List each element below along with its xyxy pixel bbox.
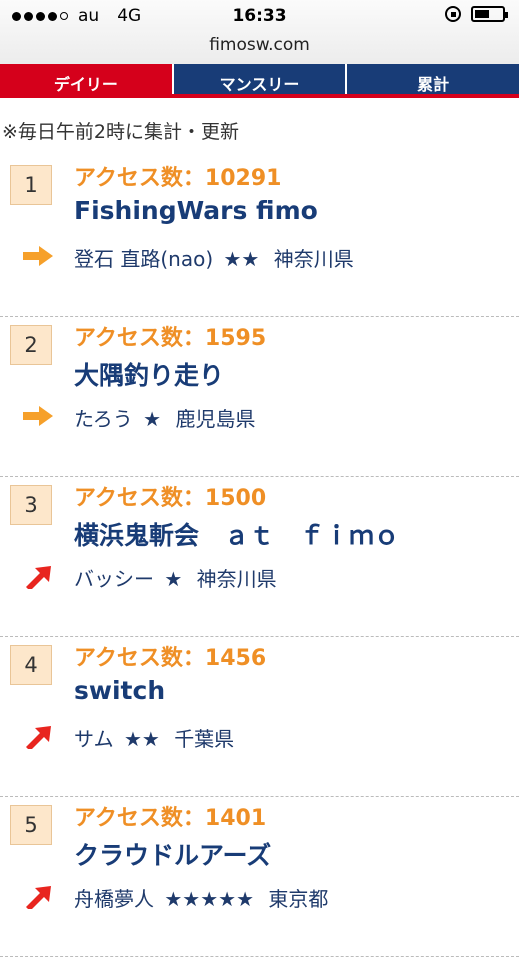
rank-stars: ★★: [223, 247, 260, 271]
team-meta: たろう ★ 鹿児島県: [74, 403, 259, 432]
team-title-link[interactable]: 横浜鬼斬会 ａｔ ｆｉｍｏ: [74, 516, 399, 552]
team-meta: 舟橋夢人 ★★★★★ 東京都: [74, 883, 332, 912]
rank-number-badge: 2: [10, 325, 52, 365]
region-label: 神奈川県: [196, 567, 277, 591]
region-label: 千葉県: [174, 727, 235, 751]
owner-name: バッシー: [74, 567, 154, 591]
team-title-link[interactable]: switch: [74, 676, 165, 705]
team-meta: バッシー ★ 神奈川県: [74, 563, 281, 592]
region-label: 鹿児島県: [175, 407, 256, 431]
update-notice: ※毎日午前2時に集計・更新: [2, 121, 240, 143]
trend-flat-arrow-icon: [23, 246, 53, 266]
ranking-tabs: デイリー マンスリー 累計: [0, 64, 519, 98]
tab-monthly[interactable]: マンスリー: [171, 64, 346, 94]
rank-stars: ★: [143, 407, 162, 431]
team-meta: サム ★★ 千葉県: [74, 723, 238, 752]
ranking-item[interactable]: 1 アクセス数：10291 FishingWars fimo 登石 直路(nao…: [0, 157, 519, 317]
ranking-item[interactable]: 5 アクセス数：1401 クラウドルアーズ 舟橋夢人 ★★★★★ 東京都: [0, 797, 519, 957]
trend-up-arrow-icon: [26, 886, 51, 909]
access-count: アクセス数：1456: [74, 646, 267, 671]
team-title-link[interactable]: 大隅釣り走り: [74, 356, 224, 392]
ranking-item[interactable]: 2 アクセス数：1595 大隅釣り走り たろう ★ 鹿児島県: [0, 317, 519, 477]
team-title-link[interactable]: FishingWars fimo: [74, 196, 318, 225]
tab-daily[interactable]: デイリー: [0, 64, 172, 94]
rank-stars: ★★: [123, 727, 160, 751]
clock: 16:33: [232, 6, 287, 26]
rank-stars: ★: [164, 567, 183, 591]
status-bar: au 4G 16:33 fimosw.com: [0, 0, 519, 65]
rank-number-badge: 3: [10, 485, 52, 525]
rank-stars: ★★★★★: [164, 887, 255, 911]
battery-icon: [471, 6, 508, 22]
access-count: アクセス数：1500: [74, 486, 267, 511]
team-title-link[interactable]: クラウドルアーズ: [74, 836, 271, 872]
access-count: アクセス数：1401: [74, 806, 267, 831]
region-label: 東京都: [268, 887, 329, 911]
access-count: アクセス数：10291: [74, 166, 282, 191]
region-label: 神奈川県: [273, 247, 354, 271]
access-count: アクセス数：1595: [74, 326, 267, 351]
rank-number-badge: 4: [10, 645, 52, 685]
owner-name: 舟橋夢人: [74, 887, 154, 911]
ranking-item[interactable]: 3 アクセス数：1500 横浜鬼斬会 ａｔ ｆｉｍｏ バッシー ★ 神奈川県: [0, 477, 519, 637]
team-meta: 登石 直路(nao) ★★ 神奈川県: [74, 243, 358, 272]
owner-name: たろう: [74, 407, 133, 431]
tab-total[interactable]: 累計: [345, 64, 519, 94]
trend-flat-arrow-icon: [23, 406, 53, 426]
owner-name: サム: [74, 727, 114, 751]
address-bar-url[interactable]: fimosw.com: [0, 35, 519, 55]
rank-number-badge: 1: [10, 165, 52, 205]
ranking-item[interactable]: 4 アクセス数：1456 switch サム ★★ 千葉県: [0, 637, 519, 797]
rank-number-badge: 5: [10, 805, 52, 845]
rotation-lock-icon: [445, 6, 461, 22]
trend-up-arrow-icon: [26, 566, 51, 589]
trend-up-arrow-icon: [26, 726, 51, 749]
owner-name: 登石 直路(nao): [74, 247, 214, 271]
